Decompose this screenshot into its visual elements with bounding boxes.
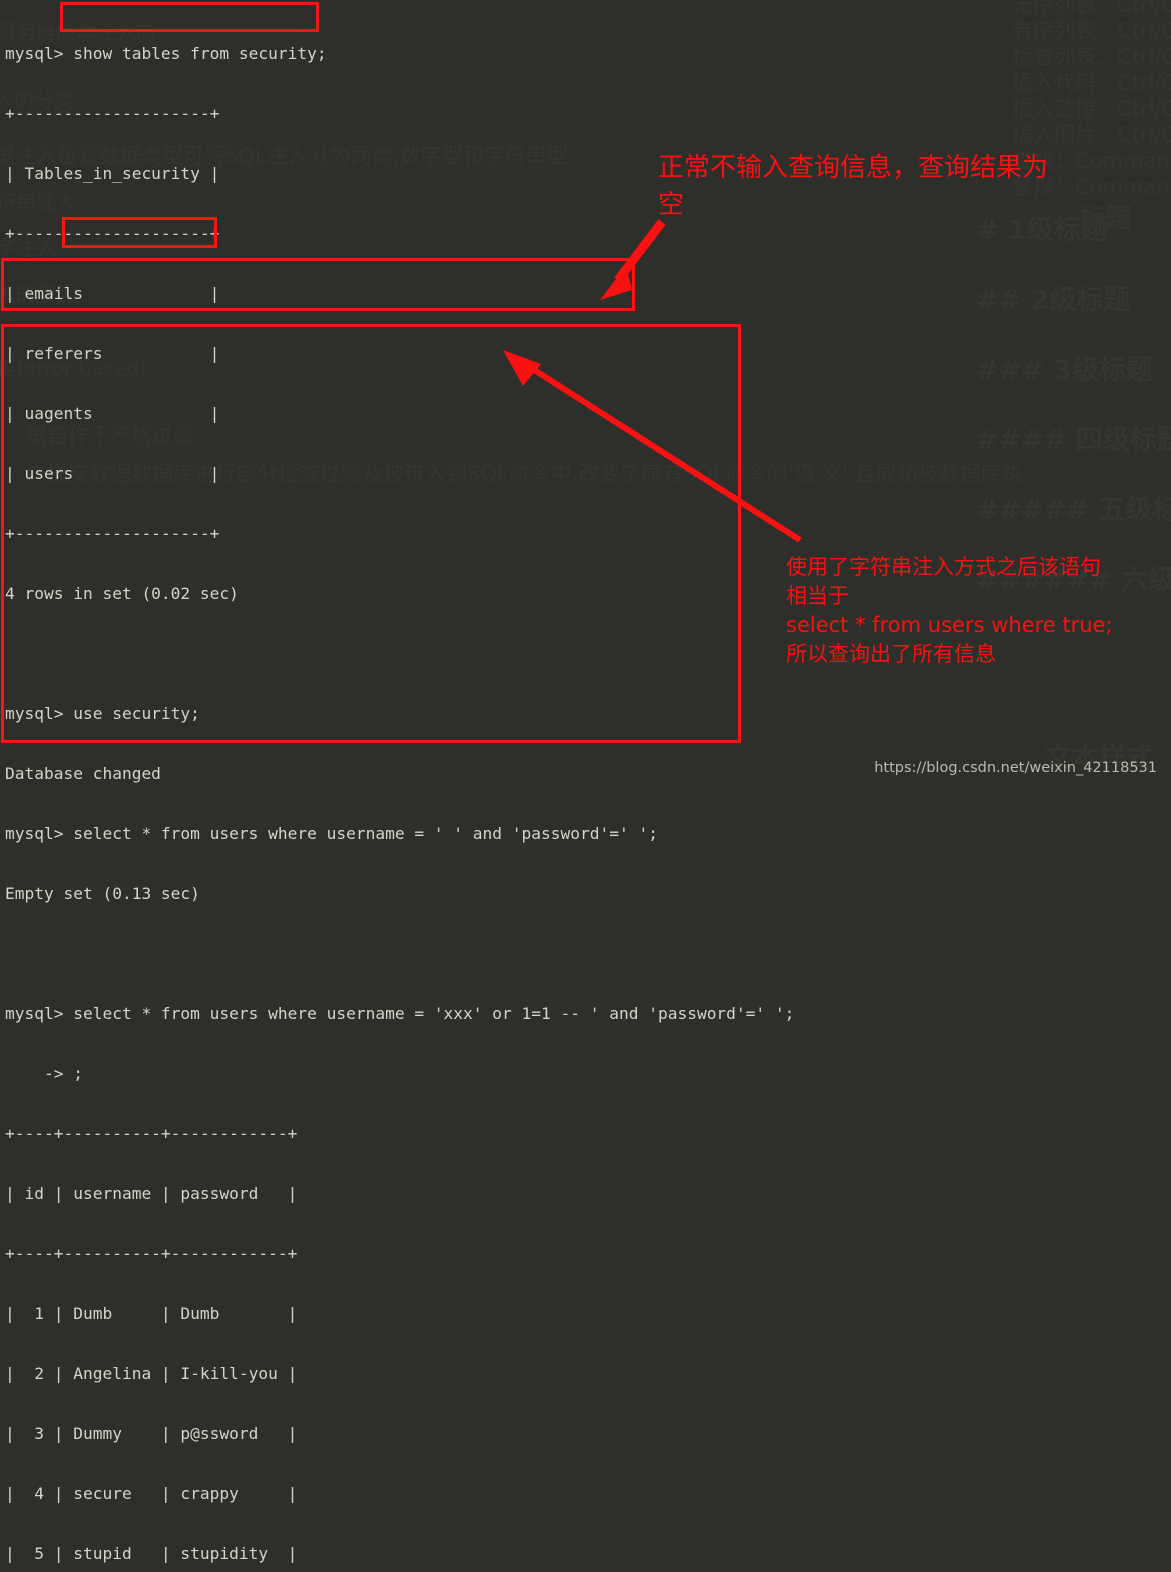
terminal-line: +----+----------+------------+ (5, 1124, 298, 1143)
terminal-line: +--------------------+ (5, 224, 220, 243)
terminal-line: -> ; (5, 1064, 83, 1083)
terminal-line: mysql> select * from users where usernam… (5, 1004, 795, 1023)
terminal-line: | id | username | password | (5, 1184, 298, 1203)
terminal-output[interactable]: mysql> show tables from security; +-----… (0, 0, 1171, 1563)
terminal-line: +--------------------+ (5, 524, 220, 543)
terminal-line: | emails | (5, 284, 220, 303)
terminal-line: 4 rows in set (0.02 sec) (5, 584, 239, 603)
table-row: | 4 | secure | crappy | (5, 1484, 298, 1503)
terminal-line: Database changed (5, 764, 161, 783)
terminal-line: | uagents | (5, 404, 220, 423)
terminal-line: +--------------------+ (5, 104, 220, 123)
terminal-line: mysql> show tables from security; (5, 44, 327, 63)
table-row: | 5 | stupid | stupidity | (5, 1544, 298, 1563)
terminal-line: | referers | (5, 344, 220, 363)
table-row: | 2 | Angelina | I-kill-you | (5, 1364, 298, 1383)
terminal-line: mysql> select * from users where usernam… (5, 824, 658, 843)
table-row: | 3 | Dummy | p@ssword | (5, 1424, 298, 1443)
terminal-line: +----+----------+------------+ (5, 1244, 298, 1263)
terminal-line: Empty set (0.13 sec) (5, 884, 200, 903)
terminal-line: | users | (5, 464, 220, 483)
terminal-line: | Tables_in_security | (5, 164, 220, 183)
terminal-line: mysql> use security; (5, 704, 200, 723)
table-row: | 1 | Dumb | Dumb | (5, 1304, 298, 1323)
